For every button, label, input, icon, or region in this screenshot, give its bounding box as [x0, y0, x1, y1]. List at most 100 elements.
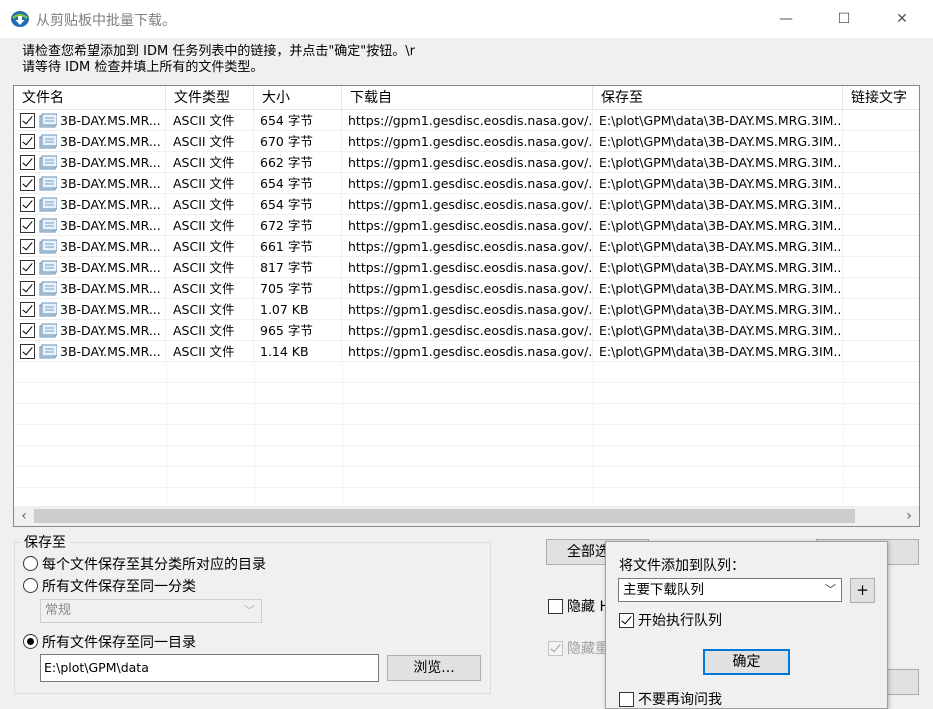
table-row[interactable]: 3B-DAY.MS.MR... ASCII 文件 817 字节 https://gpm… — [14, 257, 919, 278]
start-queue-label[interactable]: 开始执行队列 — [638, 610, 722, 630]
column-divider — [593, 446, 594, 467]
cell-from: https://gpm1.gesdisc.eosdis.nasa.gov/... — [342, 110, 593, 131]
table-row[interactable]: 3B-DAY.MS.MR... ASCII 文件 654 字节 https://gpm… — [14, 110, 919, 131]
file-icon — [39, 113, 57, 128]
directory-input[interactable]: E:\plot\GPM\data — [40, 654, 379, 682]
table-row[interactable]: 3B-DAY.MS.MR... ASCII 文件 672 字节 https://gpm… — [14, 215, 919, 236]
column-divider — [593, 404, 594, 425]
idm-app-icon — [11, 11, 29, 27]
column-header-filename[interactable]: 文件名 — [14, 86, 166, 110]
cell-type: ASCII 文件 — [166, 278, 254, 299]
radio-save-by-category-label[interactable]: 每个文件保存至其分类所对应的目录 — [42, 554, 266, 574]
cell-saveto: E:\plot\GPM\data\3B-DAY.MS.MRG.3IM... — [593, 236, 843, 257]
cell-name: 3B-DAY.MS.MR... — [60, 236, 166, 257]
column-divider — [166, 467, 167, 488]
column-divider — [166, 425, 167, 446]
row-checkbox[interactable] — [20, 239, 35, 254]
radio-save-same-category[interactable] — [23, 578, 38, 593]
empty-row — [14, 362, 919, 383]
cell-saveto: E:\plot\GPM\data\3B-DAY.MS.MRG.3IM... — [593, 131, 843, 152]
close-button[interactable]: ✕ — [873, 0, 931, 38]
cell-saveto: E:\plot\GPM\data\3B-DAY.MS.MRG.3IM... — [593, 320, 843, 341]
queue-select-value: 主要下载队列 — [623, 582, 704, 598]
column-divider — [593, 383, 594, 404]
radio-save-same-directory[interactable] — [23, 634, 38, 649]
cell-name: 3B-DAY.MS.MR... — [60, 299, 166, 320]
table-row[interactable]: 3B-DAY.MS.MR... ASCII 文件 654 字节 https://gpm… — [14, 194, 919, 215]
scroll-right-icon[interactable]: › — [899, 506, 919, 526]
file-list[interactable]: 文件名 文件类型 大小 下载自 保存至 链接文字 3B-DAY.MS.MR...… — [13, 85, 920, 527]
row-checkbox[interactable] — [20, 260, 35, 275]
table-row[interactable]: 3B-DAY.MS.MR... ASCII 文件 661 字节 https://gpm… — [14, 236, 919, 257]
cell-name: 3B-DAY.MS.MR... — [60, 341, 166, 362]
cell-from: https://gpm1.gesdisc.eosdis.nasa.gov/... — [342, 173, 593, 194]
row-checkbox[interactable] — [20, 197, 35, 212]
row-checkbox[interactable] — [20, 218, 35, 233]
cell-linktext — [843, 131, 919, 152]
table-row[interactable]: 3B-DAY.MS.MR... ASCII 文件 705 字节 https://gpm… — [14, 278, 919, 299]
file-icon — [39, 176, 57, 191]
column-divider — [593, 425, 594, 446]
table-row[interactable]: 3B-DAY.MS.MR... ASCII 文件 965 字节 https://gpm… — [14, 320, 919, 341]
minimize-button[interactable]: — — [757, 0, 815, 38]
cell-type: ASCII 文件 — [166, 173, 254, 194]
dont-ask-checkbox[interactable] — [619, 692, 634, 707]
cell-name: 3B-DAY.MS.MR... — [60, 278, 166, 299]
column-divider — [342, 467, 343, 488]
empty-row — [14, 404, 919, 425]
ok-button[interactable]: 确定 — [703, 649, 790, 675]
cell-type: ASCII 文件 — [166, 110, 254, 131]
row-checkbox[interactable] — [20, 113, 35, 128]
cell-from: https://gpm1.gesdisc.eosdis.nasa.gov/... — [342, 341, 593, 362]
column-header-linktext[interactable]: 链接文字 — [843, 86, 919, 110]
row-checkbox[interactable] — [20, 323, 35, 338]
column-divider — [254, 425, 255, 446]
start-queue-checkbox[interactable] — [619, 613, 634, 628]
file-icon — [39, 239, 57, 254]
column-header-type[interactable]: 文件类型 — [166, 86, 254, 110]
table-row[interactable]: 3B-DAY.MS.MR... ASCII 文件 1.14 KB https://gp… — [14, 341, 919, 362]
column-divider — [342, 404, 343, 425]
window-title: 从剪贴板中批量下载。 — [36, 13, 176, 29]
cell-linktext — [843, 173, 919, 194]
radio-save-same-category-label[interactable]: 所有文件保存至同一分类 — [42, 576, 196, 596]
row-checkbox[interactable] — [20, 176, 35, 191]
row-checkbox[interactable] — [20, 134, 35, 149]
dont-ask-label[interactable]: 不要再询问我 — [638, 689, 722, 709]
maximize-button[interactable]: ☐ — [815, 0, 873, 38]
table-row[interactable]: 3B-DAY.MS.MR... ASCII 文件 670 字节 https://gpm… — [14, 131, 919, 152]
column-header-size[interactable]: 大小 — [254, 86, 342, 110]
empty-row — [14, 425, 919, 446]
radio-save-same-directory-label[interactable]: 所有文件保存至同一目录 — [42, 632, 196, 652]
cell-linktext — [843, 320, 919, 341]
cell-linktext — [843, 152, 919, 173]
row-checkbox[interactable] — [20, 281, 35, 296]
add-queue-button[interactable]: + — [850, 578, 875, 603]
scroll-left-icon[interactable]: ‹ — [14, 506, 34, 526]
browse-button[interactable]: 浏览... — [387, 655, 481, 681]
cell-name: 3B-DAY.MS.MR... — [60, 257, 166, 278]
cell-size: 654 字节 — [254, 110, 342, 131]
queue-select[interactable]: 主要下载队列 ﹀ — [618, 578, 842, 602]
file-icon — [39, 302, 57, 317]
radio-save-by-category[interactable] — [23, 556, 38, 571]
cell-type: ASCII 文件 — [166, 194, 254, 215]
cell-type: ASCII 文件 — [166, 341, 254, 362]
column-divider — [843, 425, 844, 446]
hide-checkbox[interactable] — [548, 599, 563, 614]
cell-name: 3B-DAY.MS.MR... — [60, 194, 166, 215]
row-checkbox[interactable] — [20, 344, 35, 359]
column-divider — [843, 362, 844, 383]
row-checkbox[interactable] — [20, 155, 35, 170]
table-row[interactable]: 3B-DAY.MS.MR... ASCII 文件 662 字节 https://gpm… — [14, 152, 919, 173]
table-row[interactable]: 3B-DAY.MS.MR... ASCII 文件 654 字节 https://gpm… — [14, 173, 919, 194]
scrollbar-thumb[interactable] — [34, 509, 855, 523]
cell-from: https://gpm1.gesdisc.eosdis.nasa.gov/... — [342, 152, 593, 173]
hide-checkbox-label[interactable]: 隐藏 H — [567, 596, 605, 616]
column-header-from[interactable]: 下载自 — [342, 86, 593, 110]
horizontal-scrollbar[interactable]: ‹ › — [14, 506, 919, 526]
column-header-saveto[interactable]: 保存至 — [593, 86, 843, 110]
row-checkbox[interactable] — [20, 302, 35, 317]
table-row[interactable]: 3B-DAY.MS.MR... ASCII 文件 1.07 KB https://gp… — [14, 299, 919, 320]
cell-saveto: E:\plot\GPM\data\3B-DAY.MS.MRG.3IM... — [593, 215, 843, 236]
